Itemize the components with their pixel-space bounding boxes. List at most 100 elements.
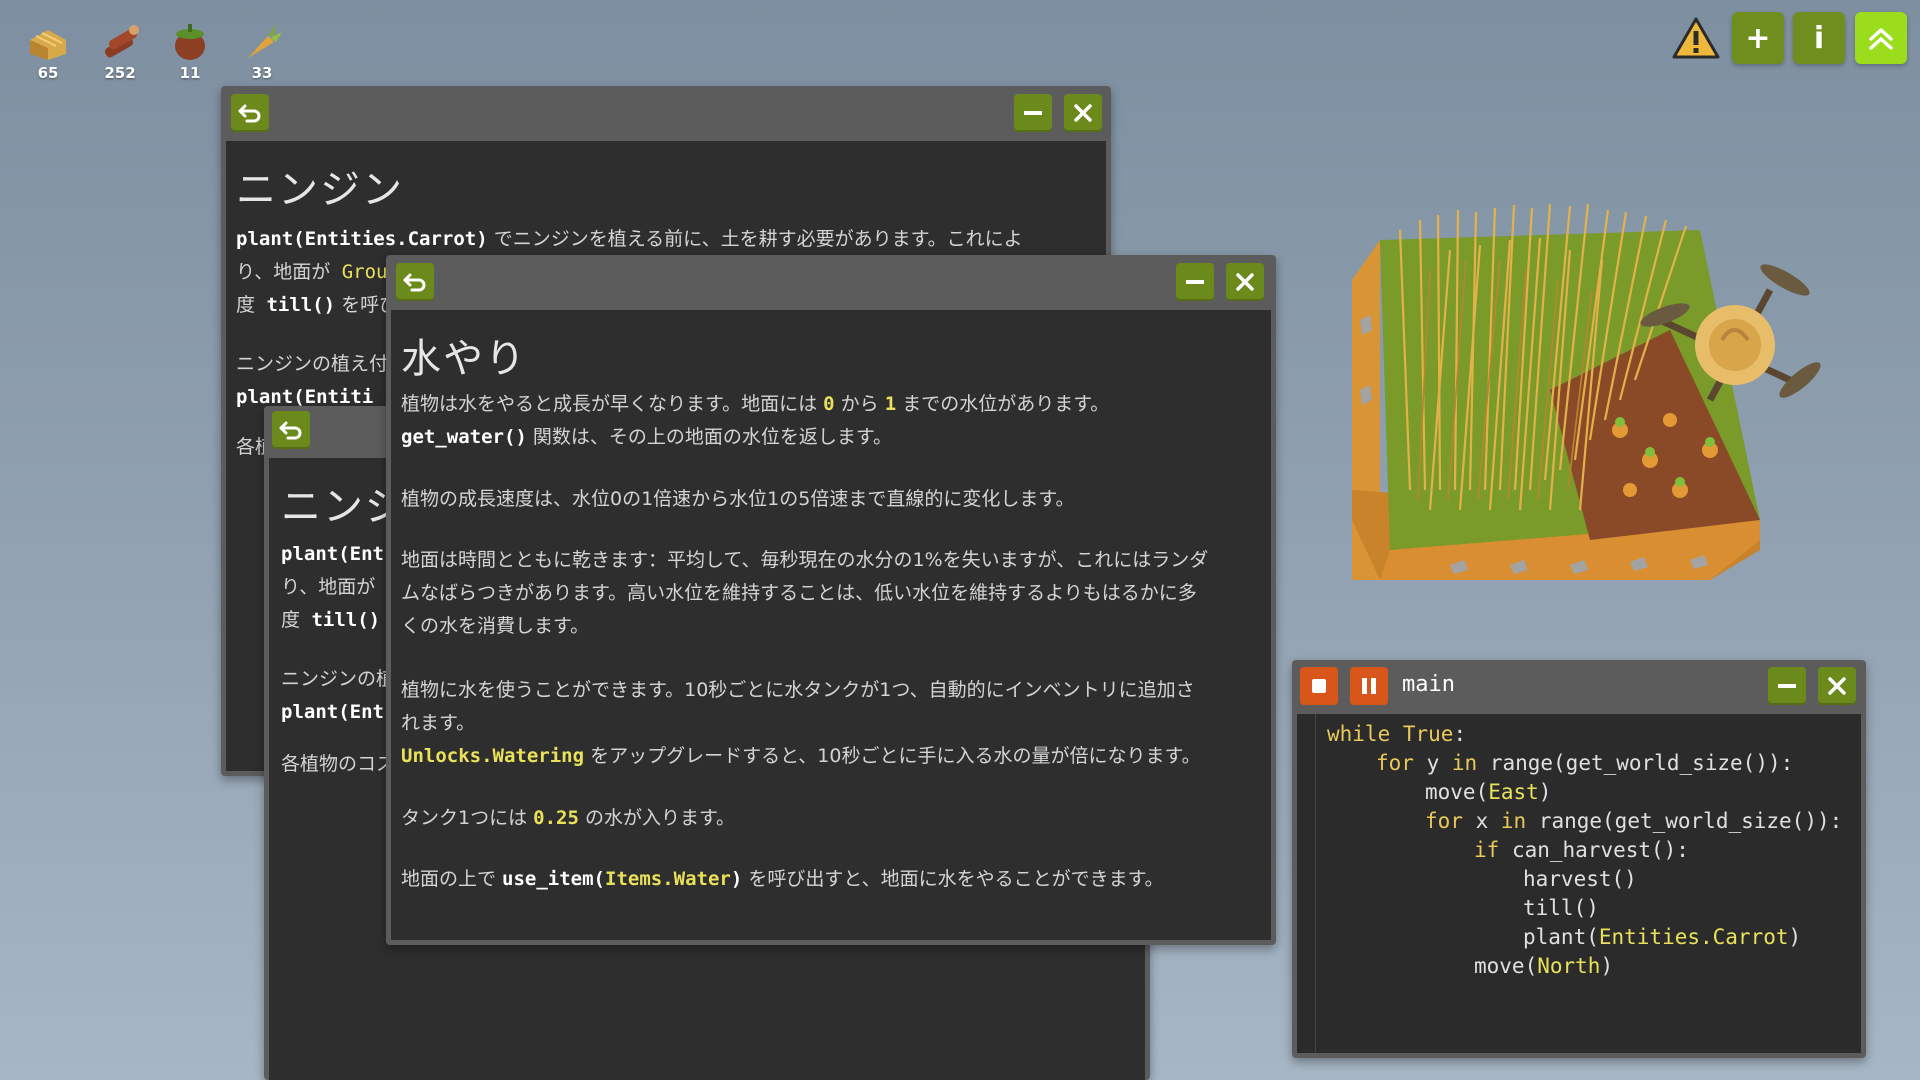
add-label: +: [1745, 20, 1771, 56]
stop-button[interactable]: [1300, 667, 1338, 705]
minimize-icon: [1024, 111, 1042, 115]
code-editor[interactable]: while True: for y in range(get_world_size…: [1297, 714, 1861, 1053]
doc-text: 植物は水をやると成長が早くなります。地面には: [401, 393, 824, 415]
inline-code: get_water(): [401, 426, 527, 448]
doc-text: くの水を消費します。: [401, 615, 590, 637]
code-token: move(: [1474, 954, 1538, 978]
code-token: y: [1426, 751, 1452, 775]
doc-text: り、地面が: [236, 261, 331, 283]
inventory-item-pumpkin: 11: [160, 22, 220, 82]
inventory-item-hay: 65: [18, 22, 78, 82]
info-label: i: [1813, 20, 1825, 56]
pause-button[interactable]: [1350, 667, 1388, 705]
code-line[interactable]: while True:: [1327, 720, 1842, 749]
code-token: Entities.Carrot: [1598, 925, 1789, 949]
watering-doc-window[interactable]: 水やり 植物は水をやると成長が早くなります。地面には 0 から 1 までの水位が…: [386, 255, 1276, 945]
doc-title: 水やり: [401, 336, 527, 382]
inventory-count: 252: [104, 64, 136, 82]
code-token: move(: [1425, 780, 1489, 804]
carrot-icon: [248, 24, 282, 58]
info-button[interactable]: i: [1793, 12, 1845, 64]
inline-code: plant(Entiti: [236, 386, 374, 408]
code-token: for: [1376, 751, 1427, 775]
doc-paragraph: 各植物のコス: [281, 748, 395, 781]
doc-paragraph: ニンジンの植え付 plant(Entiti: [236, 348, 388, 414]
wood-icon: [104, 25, 139, 58]
code-token: :: [1453, 722, 1467, 746]
doc-text: の水が入ります。: [578, 807, 736, 829]
minimize-icon: [1186, 280, 1204, 284]
farm-field[interactable]: [1330, 190, 1850, 610]
close-button[interactable]: [1226, 263, 1264, 301]
minimize-button[interactable]: [1768, 667, 1806, 705]
watering-doc-content: 水やり 植物は水をやると成長が早くなります。地面には 0 から 1 までの水位が…: [391, 310, 1271, 940]
warning-icon[interactable]: [1672, 16, 1720, 64]
inline-code: till(): [300, 609, 381, 631]
inline-code: Items.Water: [605, 868, 731, 890]
code-line[interactable]: if can_harvest():: [1327, 836, 1842, 865]
add-button[interactable]: +: [1732, 12, 1784, 64]
code-token: plant(: [1523, 925, 1599, 949]
back-arrow-icon: [279, 421, 302, 440]
back-button[interactable]: [272, 411, 310, 449]
doc-text: でニンジンを植える前に、土を耕す必要があります。これによ: [487, 228, 1023, 250]
doc-text: 地面は時間とともに乾きます：平均して、毎秒現在の水分の1%を失いますが、これには…: [401, 549, 1209, 571]
code-token: can_harvest():: [1511, 838, 1689, 862]
code-token: in: [1451, 751, 1490, 775]
close-button[interactable]: [1818, 667, 1856, 705]
doc-paragraph: タンク1つには 0.25 の水が入ります。: [401, 802, 735, 835]
code-editor-window[interactable]: main while True: for y in range(get_world…: [1292, 660, 1866, 1058]
doc-paragraph: 植物の成長速度は、水位0の1倍速から水位1の5倍速まで直線的に変化します。: [401, 483, 1074, 516]
code-line[interactable]: move(North): [1327, 952, 1842, 981]
minimize-icon: [1778, 684, 1796, 688]
inline-code: use_item(: [502, 868, 605, 890]
code-token: harvest(): [1523, 867, 1637, 891]
minimize-button[interactable]: [1014, 94, 1052, 132]
code-line[interactable]: for x in range(get_world_size()):: [1327, 807, 1842, 836]
doc-text: をアップグレードすると、10秒ごとに手に入る水の量が倍になります。: [584, 745, 1201, 767]
inventory-item-carrot: 33: [232, 22, 292, 82]
doc-text: 地面の上で: [401, 868, 503, 890]
code-text[interactable]: while True: for y in range(get_world_size…: [1327, 720, 1842, 981]
inline-code: Unlocks.Watering: [401, 745, 585, 767]
doc-paragraph: 植物に水を使うことができます。10秒ごとに水タンクが1つ、自動的にインベントリに…: [401, 674, 1201, 773]
code-line[interactable]: plant(Entities.Carrot): [1327, 923, 1842, 952]
doc-text: り、地面が: [281, 576, 376, 598]
doc-text: から: [834, 393, 885, 415]
doc-title: ニンジン: [236, 167, 404, 213]
code-token: ): [1538, 780, 1552, 804]
inline-code: 0.25: [533, 807, 579, 829]
back-arrow-icon: [403, 273, 426, 292]
code-line[interactable]: till(): [1327, 894, 1842, 923]
doc-text: タンク1つには: [401, 807, 534, 829]
upgrade-button[interactable]: [1855, 12, 1907, 64]
inline-code: 0: [823, 393, 835, 415]
doc-text: までの水位があります。: [896, 393, 1110, 415]
doc-text: ニンジンの植え付: [236, 353, 389, 375]
doc-text: 度: [281, 609, 301, 631]
doc-text: れます。: [401, 712, 476, 734]
back-button[interactable]: [231, 94, 269, 132]
doc-paragraph: 地面の上で use_item(Items.Water) を呼び出すと、地面に水を…: [401, 863, 1164, 896]
doc-text: 度: [236, 294, 256, 316]
code-line[interactable]: for y in range(get_world_size()):: [1327, 749, 1842, 778]
inline-code: plant(Ent: [281, 701, 384, 723]
code-token: till(): [1523, 896, 1599, 920]
doc-text: ニンジンの植: [281, 668, 396, 690]
code-token: True: [1402, 722, 1454, 746]
code-token: while: [1327, 722, 1403, 746]
code-window-title: main: [1402, 672, 1455, 697]
doc-text: 関数は、その上の地面の水位を返します。: [526, 426, 892, 448]
inline-code: plant(Ent: [281, 543, 384, 565]
back-button[interactable]: [396, 263, 434, 301]
inline-code: Grou: [330, 261, 388, 283]
code-line[interactable]: harvest(): [1327, 865, 1842, 894]
doc-text: 各植物のコス: [281, 753, 396, 775]
close-button[interactable]: [1064, 94, 1102, 132]
pumpkin-icon: [175, 24, 205, 60]
minimize-button[interactable]: [1176, 263, 1214, 301]
inline-code: plant(Entities.Carrot): [236, 228, 488, 250]
close-icon: [1074, 104, 1092, 122]
code-line[interactable]: move(East): [1327, 778, 1842, 807]
doc-text: 植物の成長速度は、水位0の1倍速から水位1の5倍速まで直線的に変化します。: [401, 488, 1075, 510]
